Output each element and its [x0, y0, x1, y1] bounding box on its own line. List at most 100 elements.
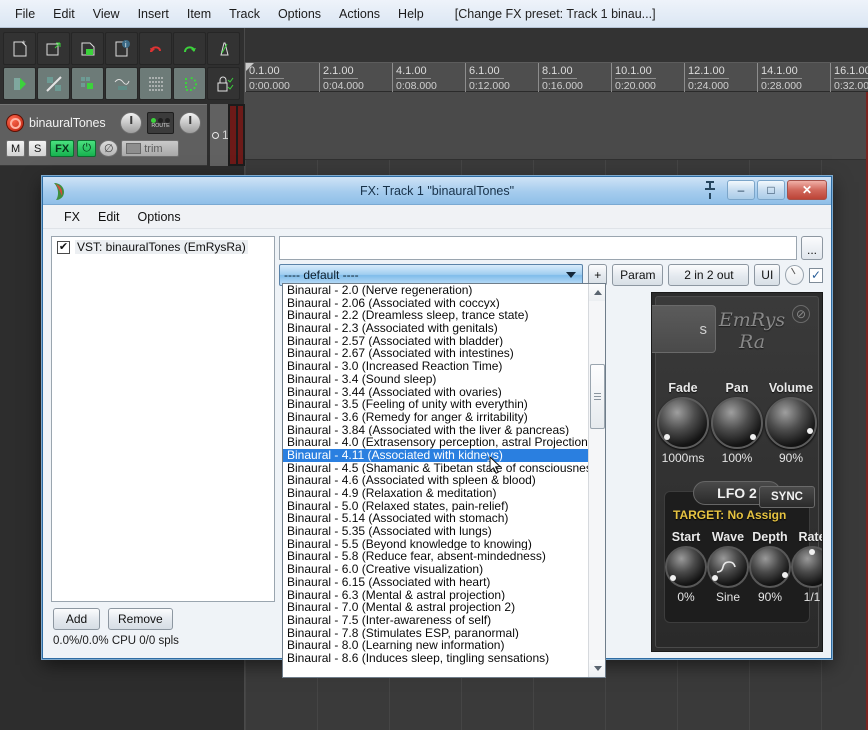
lfo-wave-knob[interactable]: [707, 546, 749, 588]
undo-icon[interactable]: [139, 32, 172, 65]
add-button[interactable]: Add: [53, 608, 100, 630]
fx-menu-fx[interactable]: FX: [55, 208, 89, 226]
minimize-button[interactable]: –: [727, 180, 755, 200]
preset-option[interactable]: Binaural - 3.4 (Sound sleep): [283, 373, 588, 386]
fade-knob[interactable]: [657, 397, 709, 449]
lfo-rate-knob[interactable]: [791, 546, 822, 588]
preset-option[interactable]: Binaural - 8.0 (Learning new information…: [283, 639, 588, 652]
menu-item-view[interactable]: View: [84, 4, 129, 24]
menu-item-options[interactable]: Options: [269, 4, 330, 24]
preset-option[interactable]: Binaural - 2.2 (Dreamless sleep, trance …: [283, 309, 588, 322]
new-project-icon[interactable]: *: [3, 32, 36, 65]
preset-option[interactable]: Binaural - 2.06 (Associated with coccyx): [283, 297, 588, 310]
fx-button[interactable]: FX: [50, 140, 75, 157]
preset-option[interactable]: Binaural - 5.0 (Relaxed states, pain-rel…: [283, 500, 588, 513]
grouping-icon[interactable]: [71, 67, 104, 100]
pin-icon[interactable]: [701, 179, 719, 201]
scroll-up-icon[interactable]: [589, 284, 605, 301]
preset-name-field[interactable]: [279, 236, 797, 260]
plugin-disable-icon[interactable]: ⊘: [792, 305, 810, 323]
timeline-ruler[interactable]: 0.1.00 0:00.000 2.1.00 0:04.000 4.1.00 0…: [245, 62, 868, 93]
preset-option[interactable]: Binaural - 3.0 (Increased Reaction Time): [283, 360, 588, 373]
track-lane-1[interactable]: [245, 92, 868, 160]
list-item[interactable]: ✔ VST: binauralTones (EmRysRa): [52, 237, 274, 257]
preset-option[interactable]: Binaural - 3.84 (Associated with the liv…: [283, 424, 588, 437]
preset-option-list[interactable]: Binaural - 2.0 (Nerve regeneration) Binau…: [283, 284, 588, 677]
preset-option[interactable]: Binaural - 2.0 (Nerve regeneration): [283, 284, 588, 297]
redo-icon[interactable]: [173, 32, 206, 65]
preset-option[interactable]: Binaural - 3.6 (Remedy for anger & irrit…: [283, 411, 588, 424]
lfo-depth-knob[interactable]: [749, 546, 791, 588]
fx-enable-toggle[interactable]: ✓: [808, 267, 823, 283]
preset-option[interactable]: Binaural - 6.0 (Creative visualization): [283, 563, 588, 576]
preset-option[interactable]: Binaural - 4.6 (Associated with spleen &…: [283, 474, 588, 487]
track-name-label[interactable]: binauralTones: [29, 116, 115, 130]
param-button[interactable]: Param: [612, 264, 664, 286]
metronome-icon[interactable]: [207, 32, 240, 65]
preset-option[interactable]: Binaural - 5.35 (Associated with lungs): [283, 525, 588, 538]
record-arm-icon[interactable]: [6, 114, 24, 132]
preset-option[interactable]: Binaural - 4.5 (Shamanic & Tibetan state…: [283, 462, 588, 475]
plugin-ui-panel[interactable]: s EmRys Ra ⊘ Fade 1000ms Pan 100% Volume…: [651, 292, 823, 652]
track-pan-knob[interactable]: [120, 112, 142, 134]
project-settings-icon[interactable]: i: [105, 32, 138, 65]
menu-item-actions[interactable]: Actions: [330, 4, 389, 24]
solo-button[interactable]: S: [28, 140, 48, 157]
route-button[interactable]: ROUTE: [147, 112, 174, 134]
lock-icon[interactable]: [207, 67, 240, 100]
scroll-down-icon[interactable]: [589, 660, 605, 677]
menu-item-insert[interactable]: Insert: [129, 4, 178, 24]
preset-option[interactable]: Binaural - 5.5 (Beyond knowledge to know…: [283, 538, 588, 551]
preset-option[interactable]: Binaural - 7.5 (Inter-awareness of self): [283, 614, 588, 627]
volume-knob[interactable]: [765, 397, 817, 449]
preset-option[interactable]: Binaural - 8.6 (Induces sleep, tingling …: [283, 652, 588, 665]
close-button[interactable]: ✕: [787, 180, 827, 200]
lfo-start-knob[interactable]: [665, 546, 707, 588]
sync-button[interactable]: SYNC: [759, 486, 815, 508]
pan-knob[interactable]: [711, 397, 763, 449]
preset-option[interactable]: Binaural - 4.0 (Extrasensory perception,…: [283, 436, 588, 449]
loop-icon[interactable]: [173, 67, 206, 100]
preset-option[interactable]: Binaural - 4.11 (Associated with kidneys…: [283, 448, 588, 462]
wet-dry-knob[interactable]: [785, 265, 804, 285]
dropdown-scrollbar[interactable]: [588, 284, 605, 677]
preset-option[interactable]: Binaural - 7.8 (Stimulates ESP, paranorm…: [283, 627, 588, 640]
mute-button[interactable]: M: [6, 140, 26, 157]
envelope-icon[interactable]: [105, 67, 138, 100]
preset-option[interactable]: Binaural - 7.0 (Mental & astral projecti…: [283, 601, 588, 614]
preset-option[interactable]: Binaural - 4.9 (Relaxation & meditation): [283, 487, 588, 500]
phase-invert-icon[interactable]: ∅: [99, 140, 119, 157]
preset-option[interactable]: Binaural - 3.44 (Associated with ovaries…: [283, 386, 588, 399]
maximize-button[interactable]: □: [757, 180, 785, 200]
preset-option[interactable]: Binaural - 5.14 (Associated with stomach…: [283, 512, 588, 525]
browse-button[interactable]: ...: [801, 236, 823, 260]
fx-chain-list[interactable]: ✔ VST: binauralTones (EmRysRa): [51, 236, 275, 602]
preset-option[interactable]: Binaural - 2.3 (Associated with genitals…: [283, 322, 588, 335]
auto-crossfade-icon[interactable]: [3, 67, 36, 100]
menu-item-edit[interactable]: Edit: [44, 4, 84, 24]
preset-option[interactable]: Binaural - 6.3 (Mental & astral projecti…: [283, 589, 588, 602]
scrollbar-thumb[interactable]: [590, 364, 605, 429]
ripple-edit-icon[interactable]: [37, 67, 70, 100]
remove-button[interactable]: Remove: [108, 608, 173, 630]
preset-option[interactable]: Binaural - 6.15 (Associated with heart): [283, 576, 588, 589]
menu-item-track[interactable]: Track: [220, 4, 269, 24]
menu-item-file[interactable]: File: [6, 4, 44, 24]
preset-option[interactable]: Binaural - 2.57 (Associated with bladder…: [283, 335, 588, 348]
fx-bypass-power-icon[interactable]: ⏻: [77, 140, 97, 157]
ui-button[interactable]: UI: [754, 264, 781, 286]
preset-dropdown-popup[interactable]: Binaural - 2.0 (Nerve regeneration) Binau…: [282, 283, 606, 678]
preset-option[interactable]: Binaural - 2.67 (Associated with intesti…: [283, 347, 588, 360]
menu-item-help[interactable]: Help: [389, 4, 433, 24]
save-project-icon[interactable]: [71, 32, 104, 65]
fx-menu-edit[interactable]: Edit: [89, 208, 129, 226]
io-button[interactable]: 2 in 2 out: [668, 264, 750, 286]
open-project-icon[interactable]: [37, 32, 70, 65]
track-1[interactable]: binauralTones ROUTE M S FX ⏻ ∅ trim: [0, 104, 207, 166]
preset-option[interactable]: Binaural - 3.5 (Feeling of unity with ev…: [283, 398, 588, 411]
track-volume-knob[interactable]: [179, 112, 201, 134]
menu-item-item[interactable]: Item: [178, 4, 220, 24]
fx-menu-options[interactable]: Options: [129, 208, 190, 226]
preset-option[interactable]: Binaural - 5.8 (Reduce fear, absent-mind…: [283, 550, 588, 563]
snap-grid-icon[interactable]: [139, 67, 172, 100]
